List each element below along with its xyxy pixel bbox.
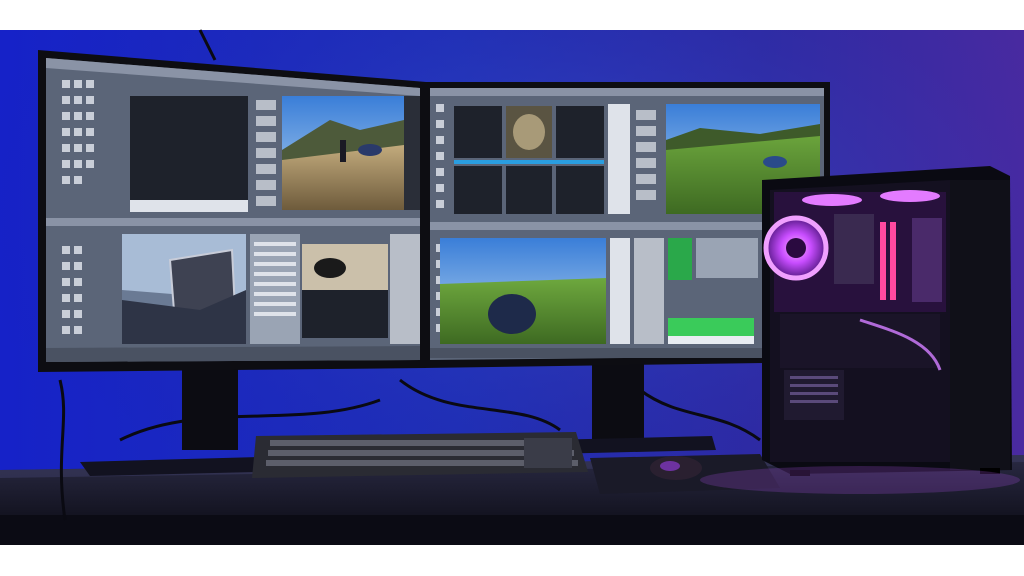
- left-desert-image[interactable]: [282, 96, 404, 210]
- photo-scene: [0, 0, 1024, 576]
- scene-illustration: [0, 0, 1024, 576]
- right-viewport-grid[interactable]: [454, 106, 604, 214]
- right-monitor-stand: [592, 362, 644, 448]
- left-viewport-dark[interactable]: [130, 96, 248, 200]
- pc-tower: [762, 166, 1012, 476]
- keyboard: [252, 432, 588, 478]
- left-goat-image[interactable]: [302, 244, 388, 338]
- left-monitor-stand: [182, 360, 238, 450]
- left-composite-image[interactable]: [122, 234, 246, 344]
- right-landscape-image[interactable]: [440, 238, 606, 344]
